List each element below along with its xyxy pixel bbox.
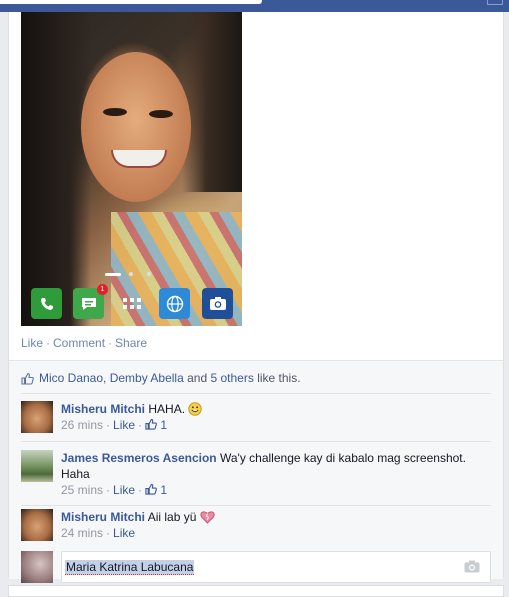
divider [21,393,491,394]
post-card: 1 Like · Comment · Share Mico Danao, Demby A… [8,12,504,583]
avatar[interactable] [21,401,53,433]
share-link[interactable]: Share [115,336,147,350]
camera-icon[interactable] [464,560,480,573]
comments-section: Mico Danao, Demby Abella and 5 others li… [9,360,503,583]
liker-name[interactable]: Demby Abella [110,371,184,385]
search-input[interactable] [0,0,262,4]
page-dot [129,272,133,276]
comment-input[interactable]: Maria Katrina Labucana [61,551,491,583]
comment-like-link[interactable]: Like [113,418,135,432]
comment-link[interactable]: Comment [53,336,105,350]
comment-text: Aii lab yü [147,510,197,524]
comment-time[interactable]: 26 mins [61,418,103,432]
comment-like-count[interactable]: 1 [160,483,167,497]
comment-author[interactable]: Misheru Mitchi [61,510,145,524]
comment-composer: Maria Katrina Labucana [21,551,491,583]
divider [21,505,491,506]
heart-emoji-icon [200,511,215,524]
browser-globe-icon [159,288,190,319]
thumbs-up-icon [145,483,157,495]
post-photo[interactable]: 1 [21,12,242,326]
comment-like-count[interactable]: 1 [160,418,167,432]
photo-smile [111,150,167,168]
comment-like-link[interactable]: Like [113,483,135,497]
smile-emoji-icon [188,402,203,416]
comment-like-link[interactable]: Like [113,526,135,540]
camera-app-icon [202,288,233,319]
page-dot [147,272,151,276]
comment-author[interactable]: Misheru Mitchi [61,402,145,416]
divider [21,441,491,442]
page-indicator [105,271,155,277]
notification-badge: 1 [97,284,108,295]
avatar[interactable] [21,551,53,583]
comment-time[interactable]: 25 mins [61,483,103,497]
comment-input-text[interactable]: Maria Katrina Labucana [65,560,195,575]
page-dot-active [105,273,121,276]
thumbs-up-icon [21,372,34,385]
app-drawer-icon [116,288,147,319]
avatar[interactable] [21,509,53,541]
thumbs-up-icon [145,418,157,430]
next-post-card [8,585,504,597]
top-nav-bar [0,0,509,12]
photo-eye-right [149,110,173,118]
comment-text: HAHA. [148,402,186,416]
phone-app-icon [31,288,62,319]
nav-icon[interactable] [487,0,503,5]
photo-hair-left [21,12,91,326]
photo-face [81,52,191,202]
liker-name[interactable]: Mico Danao [39,371,103,385]
avatar[interactable] [21,450,53,482]
photo-eye-left [103,108,127,116]
likes-summary: Mico Danao, Demby Abella and 5 others li… [21,371,301,385]
comment-time[interactable]: 24 mins [61,526,103,540]
messaging-app-icon: 1 [73,284,108,319]
comment-author[interactable]: James Resmeros Asencion [61,451,217,465]
photo-hair-right [182,12,242,192]
others-link[interactable]: 5 others [210,371,253,385]
post-actions: Like · Comment · Share [21,336,148,350]
like-link[interactable]: Like [21,336,43,350]
